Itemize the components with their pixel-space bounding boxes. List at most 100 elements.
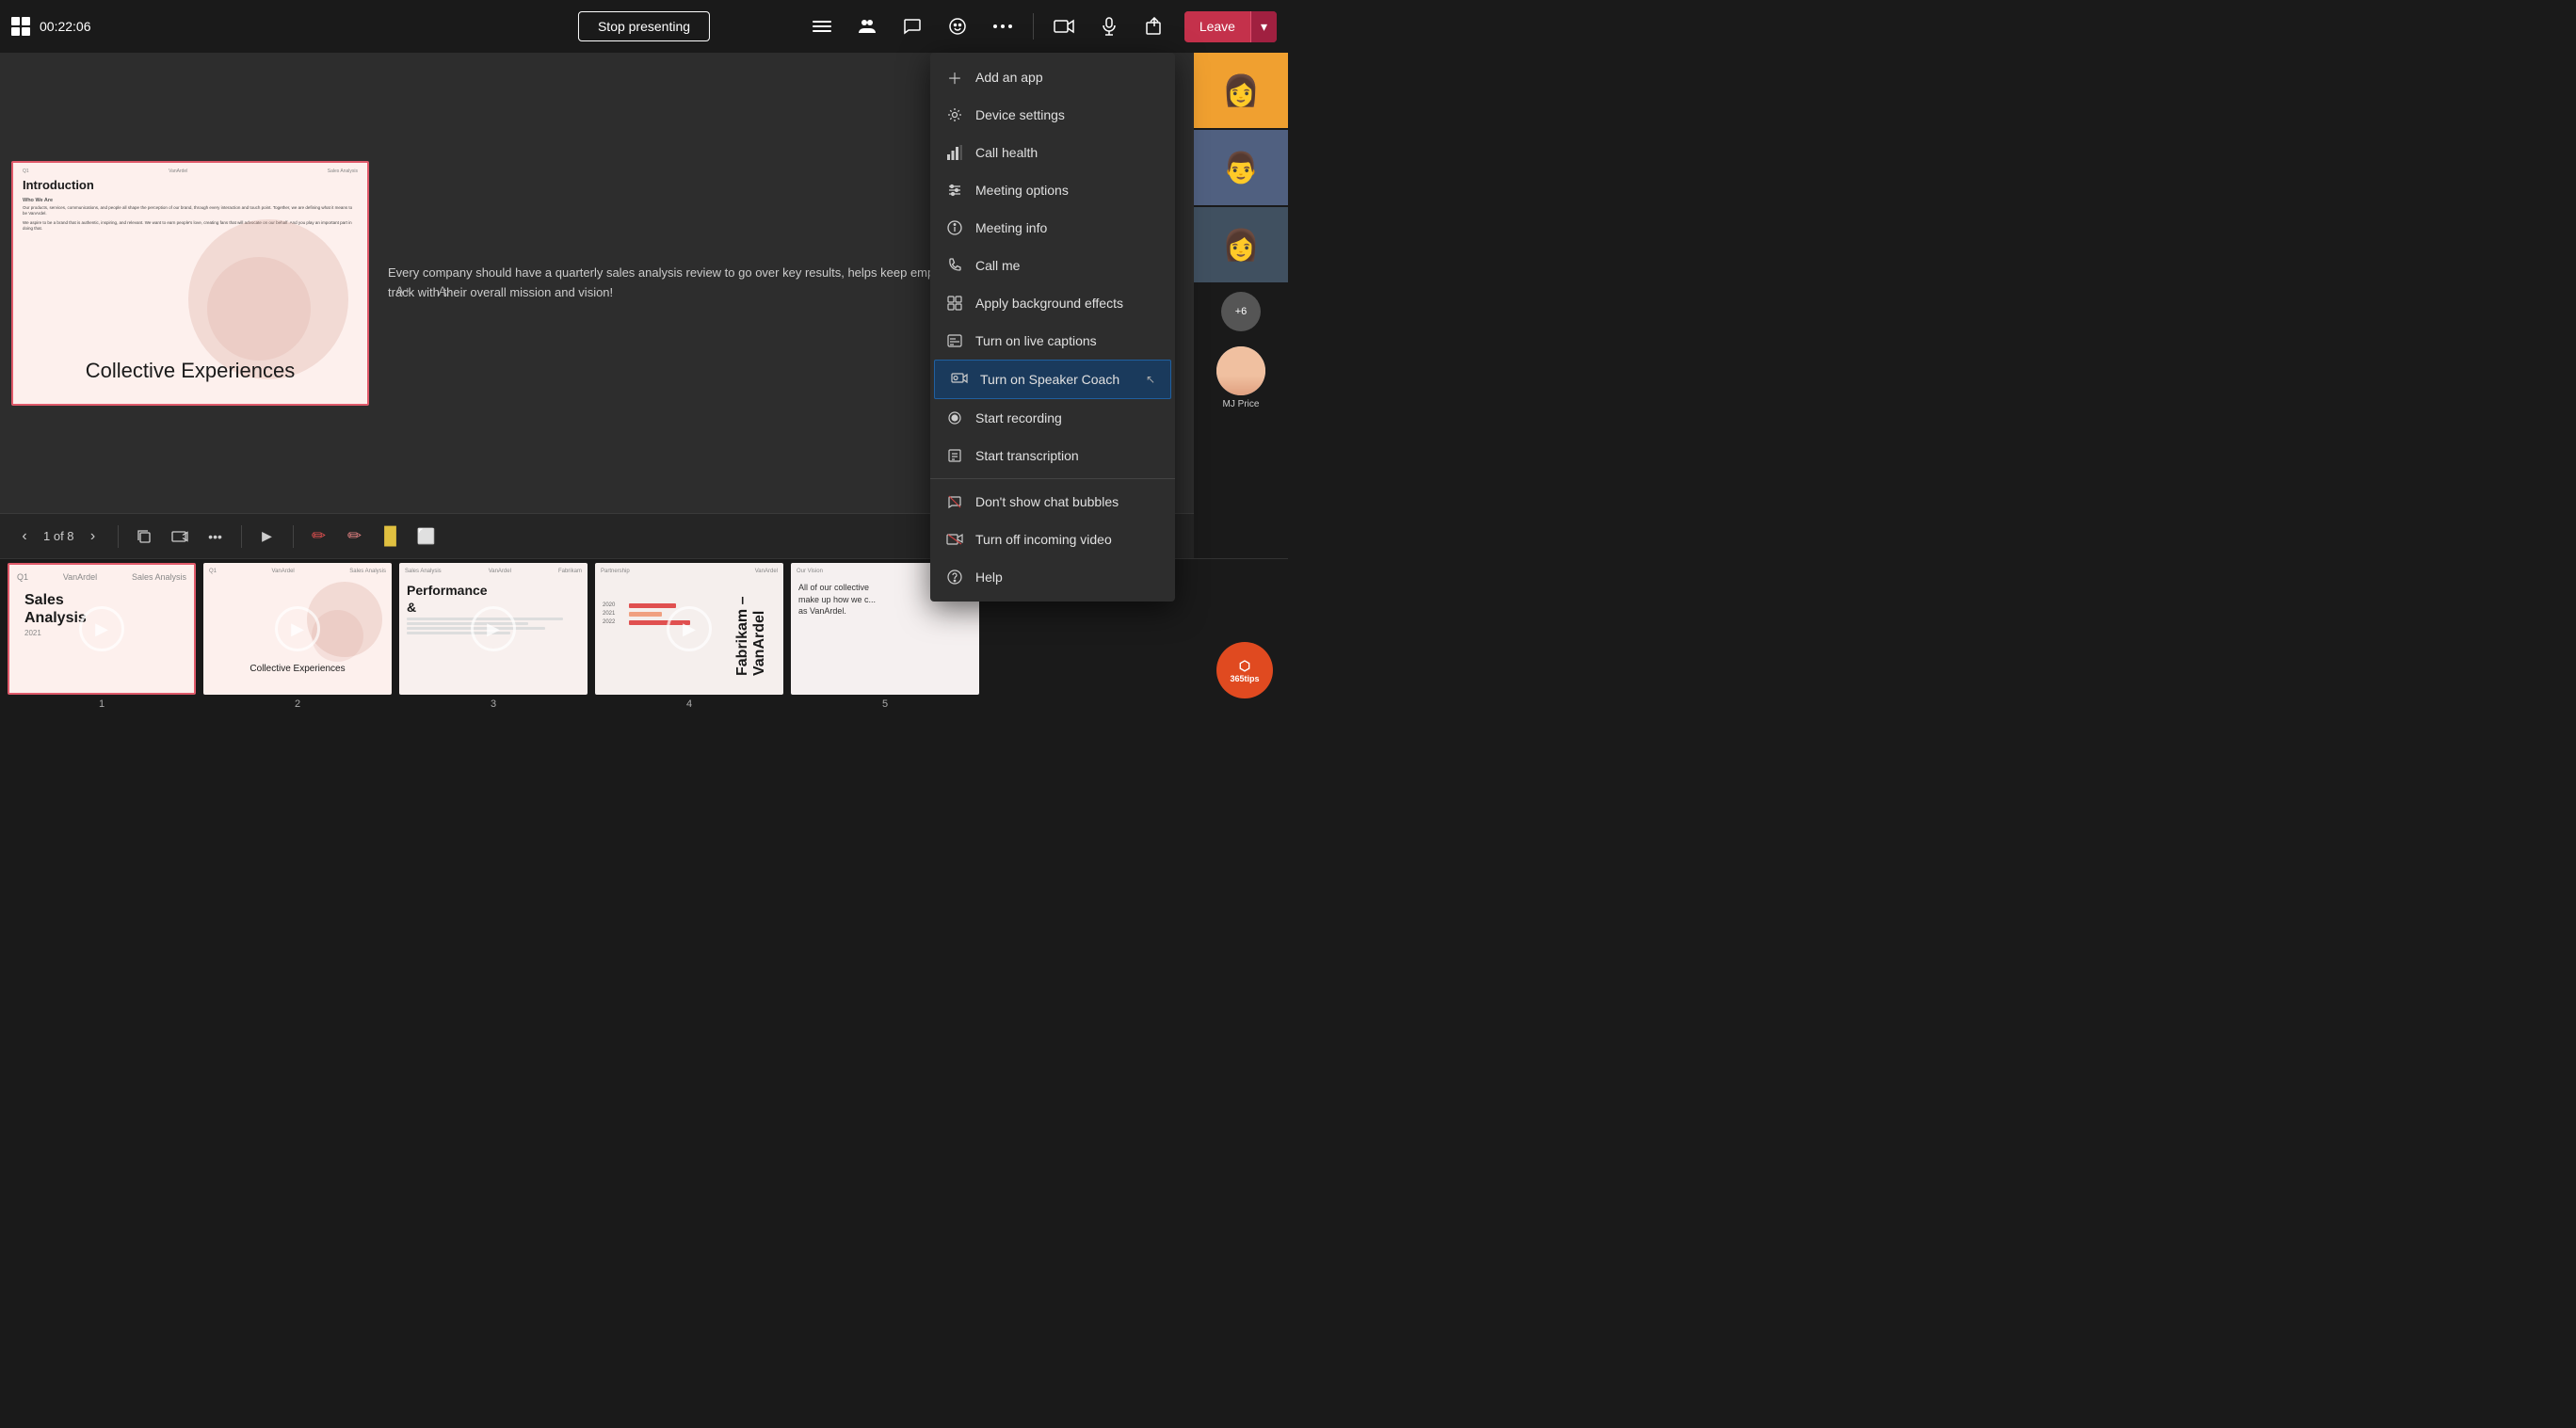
- thumb3-num: 3: [491, 698, 496, 710]
- camera-slide-btn[interactable]: [166, 522, 194, 551]
- sliders-icon: [945, 181, 964, 200]
- menu-call-health[interactable]: Call health: [930, 134, 1175, 171]
- participant-video-3: 👩: [1194, 207, 1288, 282]
- thumb2-h3: Sales Analysis: [349, 569, 386, 574]
- plus-icon: ＋: [945, 68, 964, 87]
- notes-font-controls: A+ A-: [388, 276, 459, 306]
- menu-no-chat-bubbles-label: Don't show chat bubbles: [975, 494, 1119, 509]
- thumb-2-wrapper: Q1 VanArdel Sales Analysis ▶ Collective …: [203, 563, 392, 710]
- slide-header-row: Q1 VanArdel Sales Analysis: [13, 163, 367, 176]
- o365-icon: ⬡: [1239, 658, 1250, 674]
- copy-slide-btn[interactable]: [130, 522, 158, 551]
- menu-help[interactable]: Help: [930, 558, 1175, 596]
- menu-start-transcription-label: Start transcription: [975, 448, 1079, 463]
- menu-add-app[interactable]: ＋ Add an app: [930, 58, 1175, 96]
- mj-avatar-face: [1216, 346, 1265, 395]
- info-icon: [945, 218, 964, 237]
- thumbnail-2[interactable]: Q1 VanArdel Sales Analysis ▶ Collective …: [203, 563, 392, 695]
- thumb4-video-icon: ▶: [667, 606, 712, 651]
- share-btn[interactable]: [1139, 11, 1169, 41]
- toolbar-divider: [1033, 13, 1034, 40]
- highlighter-btn[interactable]: █: [377, 522, 405, 551]
- thumb2-header: Q1 VanArdel Sales Analysis: [203, 563, 392, 574]
- thumb4-h2: VanArdel: [755, 569, 778, 574]
- thumb3-h1: Sales Analysis: [405, 569, 442, 574]
- thumb2-subtitle: Collective Experiences: [203, 660, 392, 678]
- thumb2-h1: Q1: [209, 569, 217, 574]
- menu-background-effects[interactable]: Apply background effects: [930, 284, 1175, 322]
- menu-icon-btn[interactable]: [807, 11, 837, 41]
- thumb3-h3: Fabrikam: [558, 569, 582, 574]
- slide-nav: ‹ 1 of 8 ›: [11, 523, 106, 550]
- thumbnail-4[interactable]: Partnership VanArdel 2020 2021 2022 Fabr…: [595, 563, 783, 695]
- menu-live-captions[interactable]: Turn on live captions: [930, 322, 1175, 360]
- menu-device-settings[interactable]: Device settings: [930, 96, 1175, 134]
- leave-main-btn[interactable]: Leave: [1184, 11, 1250, 41]
- person-silhouette-1: 👩: [1194, 53, 1288, 128]
- menu-no-chat-bubbles[interactable]: Don't show chat bubbles: [930, 483, 1175, 521]
- stop-presenting-button[interactable]: Stop presenting: [578, 11, 710, 41]
- slide-title: Introduction: [13, 176, 367, 196]
- pen-red-btn[interactable]: ✏: [305, 522, 333, 551]
- more-tools-btn[interactable]: •••: [201, 522, 230, 551]
- menu-meeting-options[interactable]: Meeting options: [930, 171, 1175, 209]
- toolbar-sep-2: [241, 525, 242, 548]
- next-slide-btn[interactable]: ›: [80, 523, 106, 550]
- thumb-3-wrapper: Sales Analysis VanArdel Fabrikam Perform…: [399, 563, 588, 710]
- leave-chevron-btn[interactable]: ▾: [1250, 11, 1277, 42]
- no-video-icon: [945, 530, 964, 549]
- prev-slide-btn[interactable]: ‹: [11, 523, 38, 550]
- menu-help-label: Help: [975, 570, 1003, 585]
- eraser-btn[interactable]: ⬜: [412, 522, 441, 551]
- thumb4-h1: Partnership: [601, 569, 630, 574]
- thumb4-vertical: Fabrikam – VanArdel: [734, 582, 768, 676]
- font-decrease-btn[interactable]: A-: [429, 276, 459, 306]
- mic-btn[interactable]: [1094, 11, 1124, 41]
- phone-icon: [945, 256, 964, 275]
- play-btn[interactable]: ▶: [253, 522, 282, 551]
- thumb2-circle2: [312, 610, 363, 662]
- thumb3-video-icon: ▶: [471, 606, 516, 651]
- pen-pink-btn[interactable]: ✏: [341, 522, 369, 551]
- o365-badge[interactable]: ⬡ 365tips: [1216, 642, 1273, 698]
- menu-meeting-options-label: Meeting options: [975, 183, 1069, 198]
- o365-label: 365tips: [1230, 674, 1259, 683]
- menu-speaker-coach[interactable]: Turn on Speaker Coach ↖: [934, 360, 1171, 399]
- menu-meeting-info[interactable]: Meeting info: [930, 209, 1175, 247]
- coach-icon: [950, 370, 969, 389]
- menu-speaker-coach-label: Turn on Speaker Coach: [980, 372, 1119, 387]
- more-options-btn[interactable]: [988, 11, 1018, 41]
- record-icon: [945, 409, 964, 427]
- thumbnail-1[interactable]: Q1 VanArdel Sales Analysis SalesAnalysis…: [8, 563, 196, 695]
- signal-icon: [945, 143, 964, 162]
- font-increase-btn[interactable]: A+: [388, 276, 418, 306]
- menu-call-health-label: Call health: [975, 145, 1038, 160]
- reactions-icon-btn[interactable]: [942, 11, 973, 41]
- menu-background-effects-label: Apply background effects: [975, 296, 1123, 311]
- slide-main: Q1 VanArdel Sales Analysis Introduction …: [11, 161, 369, 406]
- menu-add-app-label: Add an app: [975, 70, 1043, 85]
- leave-button-group[interactable]: Leave ▾: [1184, 11, 1277, 42]
- thumb-4-wrapper: Partnership VanArdel 2020 2021 2022 Fabr…: [595, 563, 783, 710]
- mj-avatar: [1216, 346, 1265, 395]
- transcription-icon: [945, 446, 964, 465]
- menu-call-me[interactable]: Call me: [930, 247, 1175, 284]
- menu-start-recording[interactable]: Start recording: [930, 399, 1175, 437]
- menu-turn-off-video[interactable]: Turn off incoming video: [930, 521, 1175, 558]
- mj-name: MJ Price: [1223, 399, 1260, 409]
- thumbnail-3[interactable]: Sales Analysis VanArdel Fabrikam Perform…: [399, 563, 588, 695]
- thumb1-video-icon: ▶: [79, 606, 124, 651]
- thumb1-num: 1: [99, 698, 105, 710]
- top-bar: 00:22:06 Stop presenting: [0, 0, 1288, 53]
- people-icon-btn[interactable]: [852, 11, 882, 41]
- thumb2-num: 2: [295, 698, 300, 710]
- more-participants-btn[interactable]: +6: [1221, 292, 1261, 331]
- menu-start-transcription[interactable]: Start transcription: [930, 437, 1175, 474]
- chat-icon-btn[interactable]: [897, 11, 927, 41]
- camera-btn[interactable]: [1049, 11, 1079, 41]
- menu-live-captions-label: Turn on live captions: [975, 333, 1097, 348]
- menu-turn-off-video-label: Turn off incoming video: [975, 532, 1112, 547]
- thumb3-h2: VanArdel: [489, 569, 511, 574]
- effects-icon: [945, 294, 964, 313]
- person-silhouette-2: 👨: [1194, 130, 1288, 205]
